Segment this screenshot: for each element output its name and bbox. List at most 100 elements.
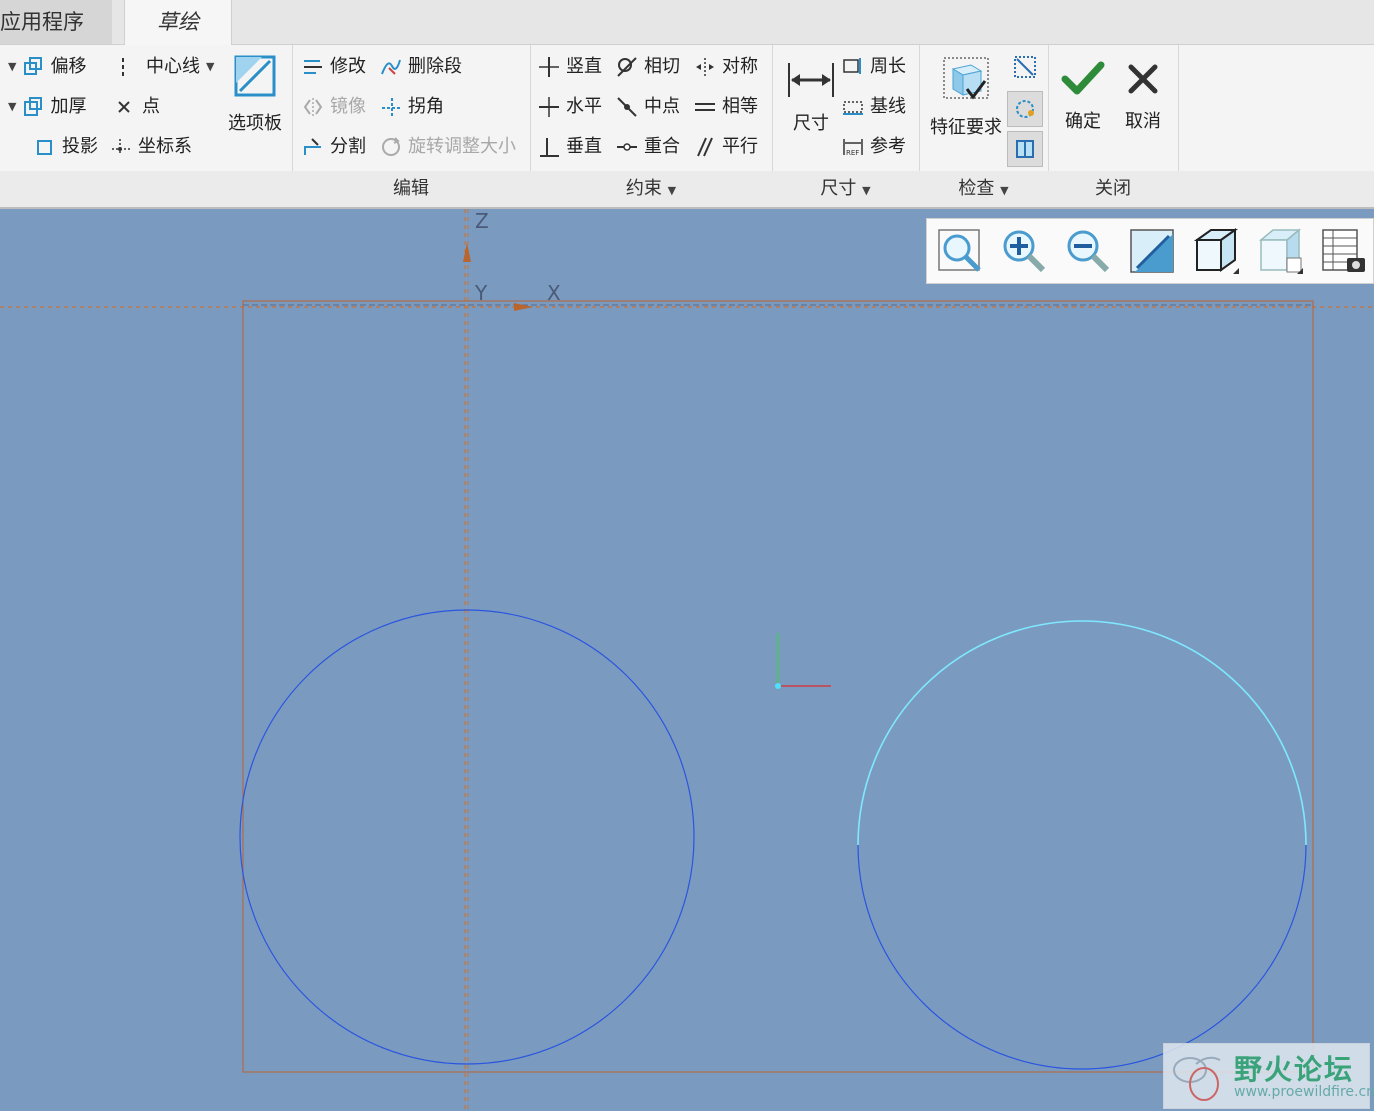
sketch-circle-right-lower[interactable] [857, 844, 1307, 1070]
shade-closed-loops-button[interactable] [1007, 131, 1043, 167]
equal-constraint-icon [694, 96, 716, 118]
delete-segment-icon [380, 56, 402, 78]
corner-button[interactable]: 拐角 [380, 93, 444, 121]
symmetric-constraint-button[interactable]: 对称 [694, 53, 758, 81]
chevron-down-icon: ▼ [1000, 184, 1009, 197]
perimeter-button[interactable]: 周长 [842, 53, 906, 81]
dimension-button[interactable]: 尺寸 [780, 57, 842, 135]
project-icon [34, 136, 56, 158]
dimension-group-label[interactable]: 尺寸 ▼ [772, 171, 919, 207]
centerline-icon [118, 56, 140, 78]
inspect-group-label[interactable]: 检查 ▼ [919, 171, 1048, 207]
point-icon [114, 96, 136, 118]
thicken-button[interactable]: ▼ 加厚 [8, 93, 86, 121]
coincident-constraint-button[interactable]: 重合 [616, 133, 680, 161]
vertical-constraint-icon [538, 56, 560, 78]
delete-segment-button[interactable]: 删除段 [380, 53, 462, 81]
vertical-constraint-button[interactable]: 竖直 [538, 53, 602, 81]
highlight-open-ends-button[interactable] [1007, 91, 1043, 127]
feature-requirements-icon [941, 55, 991, 107]
ribbon-tab-bar: 应用程序 草绘 [0, 0, 1374, 46]
edit-group: 修改 删除段 镜像 拐角 分割 旋转调整大小 编辑 [292, 45, 531, 207]
constrain-group-label[interactable]: 约束 ▼ [530, 171, 772, 207]
svg-text:REF: REF [846, 149, 859, 157]
baseline-icon [842, 96, 864, 118]
sketch-view-button[interactable] [1127, 226, 1177, 276]
point-button[interactable]: 点 [114, 93, 160, 121]
mirror-button[interactable]: 镜像 [302, 93, 366, 121]
watermark-title: 野火论坛 [1234, 1053, 1355, 1086]
open-ends-icon [1012, 96, 1038, 122]
sketch-view-icon [1130, 229, 1174, 273]
offset-icon [22, 56, 44, 78]
dimension-group: 尺寸 周长 基线 REF 参考 尺寸 ▼ [772, 45, 920, 207]
midpoint-constraint-button[interactable]: 中点 [616, 93, 680, 121]
coordinate-system-button[interactable]: 坐标系 [110, 133, 192, 161]
rotate-resize-button[interactable]: 旋转调整大小 [380, 133, 516, 161]
watermark-url: www.proewildfire.cn [1234, 1084, 1374, 1100]
parallel-constraint-icon [694, 136, 716, 158]
zoom-in-button[interactable] [999, 226, 1049, 276]
display-settings-button[interactable] [1319, 226, 1369, 276]
refit-button[interactable] [935, 226, 985, 276]
chevron-down-icon[interactable]: ▼ [8, 53, 16, 81]
ribbon: ▼ 偏移 中心线 ▼ ▼ 加厚 点 投影 坐标系 选项板 修改 删除段 镜像 拐… [0, 45, 1374, 209]
zoom-in-icon [1003, 230, 1046, 273]
zoom-out-icon [1067, 230, 1110, 273]
chevron-down-icon: ▼ [667, 184, 677, 197]
feature-requirements-button[interactable]: 特征要求 [927, 55, 1005, 139]
close-icon [1121, 57, 1165, 101]
mirror-icon [302, 96, 324, 118]
divide-button[interactable]: 分割 [302, 133, 366, 161]
centerline-button[interactable]: 中心线 ▼ [118, 53, 214, 81]
palette-button[interactable]: 选项板 [222, 53, 288, 135]
chevron-down-icon[interactable]: ▼ [8, 93, 16, 121]
tangent-constraint-button[interactable]: 相切 [616, 53, 680, 81]
horizontal-constraint-icon [538, 96, 560, 118]
refit-icon [938, 229, 981, 272]
zoom-out-button[interactable] [1063, 226, 1113, 276]
equal-constraint-button[interactable]: 相等 [694, 93, 758, 121]
x-axis-label: X [547, 281, 561, 305]
ribbon-footer-filler [1178, 171, 1374, 207]
perpendicular-constraint-button[interactable]: 垂直 [538, 133, 602, 161]
saved-orientations-button[interactable] [1255, 226, 1305, 276]
perpendicular-constraint-icon [538, 136, 560, 158]
coordinate-system-icon [110, 136, 132, 158]
project-button[interactable]: 投影 [34, 133, 98, 161]
chevron-down-icon[interactable]: ▼ [206, 53, 214, 81]
overlapping-geometry-button[interactable] [1011, 53, 1039, 81]
constrain-group: 竖直 相切 对称 水平 中点 相等 垂直 重合 平行 约束 ▼ [530, 45, 773, 207]
parallel-constraint-button[interactable]: 平行 [694, 133, 758, 161]
z-axis-label: Z [475, 209, 489, 233]
ok-button[interactable]: 确定 [1054, 57, 1112, 133]
modify-button[interactable]: 修改 [302, 53, 366, 81]
local-origin [775, 683, 781, 689]
cancel-button[interactable]: 取消 [1114, 57, 1172, 133]
overlapping-geometry-icon [1011, 53, 1039, 81]
z-axis-arrow [463, 243, 471, 262]
sketch-canvas[interactable]: Z Y X [0, 209, 1374, 1111]
sketch-circle-right-upper-selected[interactable] [857, 620, 1307, 846]
dimension-icon [786, 57, 836, 103]
close-group: 确定 取消 关闭 [1048, 45, 1179, 207]
view-toolbar [926, 218, 1374, 284]
display-style-button[interactable] [1191, 226, 1241, 276]
close-group-label: 关闭 [1048, 171, 1178, 207]
checkmark-icon [1059, 57, 1107, 101]
display-style-icon [1193, 228, 1239, 274]
horizontal-constraint-button[interactable]: 水平 [538, 93, 602, 121]
midpoint-constraint-icon [616, 96, 638, 118]
offset-button[interactable]: ▼ 偏移 [8, 53, 86, 81]
tab-applications[interactable]: 应用程序 [0, 0, 112, 44]
rotate-resize-icon [380, 136, 402, 158]
baseline-button[interactable]: 基线 [842, 93, 906, 121]
coincident-constraint-icon [616, 136, 638, 158]
symmetric-constraint-icon [694, 56, 716, 78]
reference-dimension-button[interactable]: REF 参考 [842, 133, 906, 161]
sketch-circle-left[interactable] [239, 609, 695, 1065]
divide-icon [302, 136, 324, 158]
butterfly-logo-icon [1173, 1056, 1221, 1101]
tab-sketch[interactable]: 草绘 [124, 0, 232, 46]
inspect-group: 特征要求 检查 ▼ [919, 45, 1049, 207]
